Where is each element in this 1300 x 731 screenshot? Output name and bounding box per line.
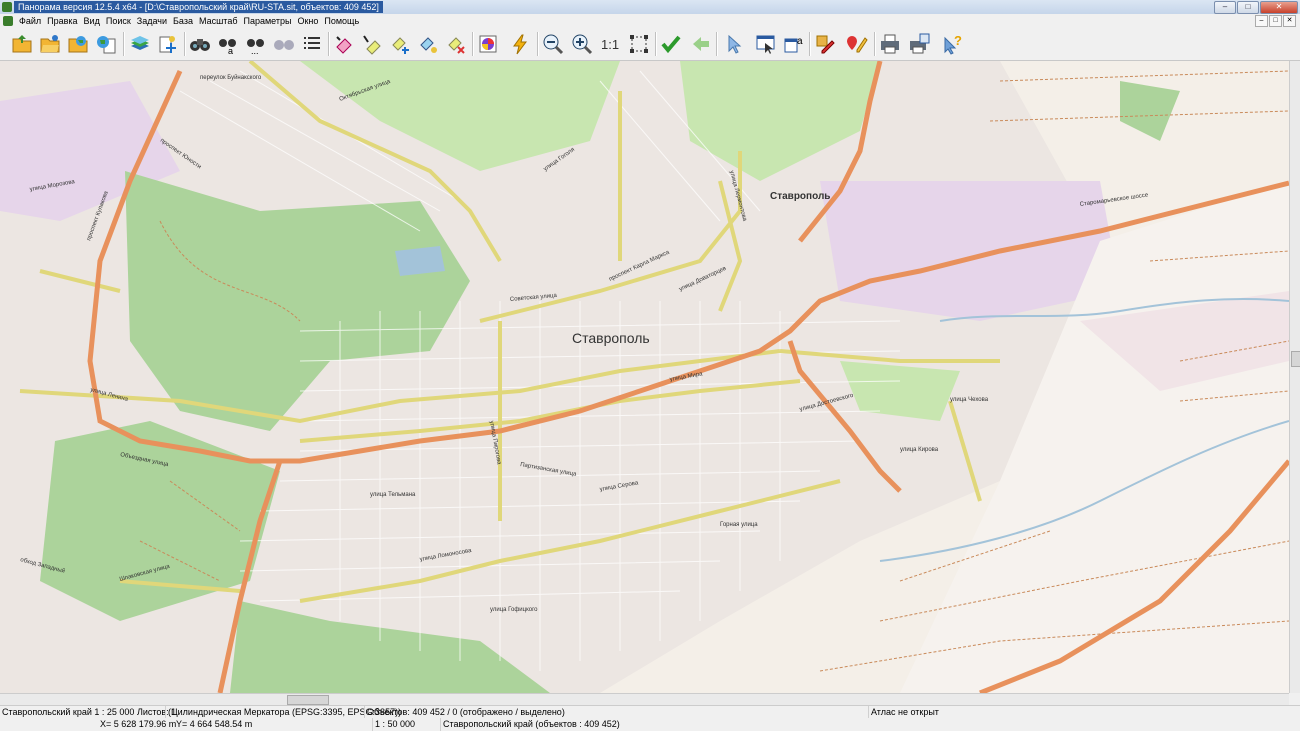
text-window-icon[interactable]: a — [782, 31, 806, 57]
list-icon[interactable] — [300, 31, 324, 57]
eraser-icon[interactable] — [332, 31, 356, 57]
globe-doc-icon[interactable] — [94, 31, 118, 57]
minimize-button[interactable]: – — [1214, 1, 1236, 14]
layers-icon[interactable] — [128, 31, 152, 57]
printer-preview-icon[interactable] — [907, 31, 931, 57]
document-controls: – □ ✕ — [1255, 15, 1296, 27]
doc-close-button[interactable]: ✕ — [1283, 15, 1296, 27]
zoom-in-icon[interactable] — [570, 31, 594, 57]
help-pointer-icon[interactable]: ? — [940, 31, 964, 57]
street-label: улица Тельмана — [370, 492, 416, 498]
vertical-scrollbar[interactable] — [1289, 61, 1300, 693]
color-box-icon[interactable] — [476, 31, 500, 57]
street-label: улица Гофицкого — [490, 607, 538, 613]
scale-one-to-one-button[interactable]: 1:1 — [601, 37, 619, 52]
eraser-dots-icon[interactable] — [416, 31, 440, 57]
pencil-icon[interactable] — [813, 31, 837, 57]
menu-database[interactable]: База — [171, 14, 197, 28]
doc-restore-button[interactable]: □ — [1269, 15, 1282, 27]
street-label: Горная улица — [720, 522, 758, 528]
binoculars-a-icon[interactable]: a — [216, 31, 240, 57]
eraser-add-icon[interactable] — [388, 31, 412, 57]
city-label: Ставрополь — [572, 330, 650, 346]
street-label: переулок Буйнакского — [200, 74, 262, 81]
svg-text:...: ... — [251, 46, 259, 55]
city-label-blue: Ставрополь — [770, 191, 830, 202]
map-pencil-icon[interactable] — [845, 31, 869, 57]
open-folder-icon[interactable] — [38, 31, 62, 57]
binoculars-icon[interactable] — [188, 31, 212, 57]
status-scale: 1 : 50 000 — [372, 718, 415, 731]
window-title: Панорама версия 12.5.4 x64 - [D:\Ставроп… — [14, 1, 383, 13]
doc-minimize-button[interactable]: – — [1255, 15, 1268, 27]
street-label: улица Кирова — [900, 447, 939, 453]
menu-view[interactable]: Вид — [82, 14, 104, 28]
title-bar: Панорама версия 12.5.4 x64 - [D:\Ставроп… — [0, 0, 1300, 15]
svg-text:a: a — [228, 46, 233, 55]
back-icon[interactable] — [689, 31, 713, 57]
menu-scale[interactable]: Масштаб — [197, 14, 242, 28]
map-folder-icon[interactable] — [66, 31, 90, 57]
vertical-scroll-thumb[interactable] — [1291, 351, 1300, 367]
lightning-icon[interactable] — [508, 31, 532, 57]
pointer-icon[interactable] — [722, 31, 746, 57]
app-icon — [2, 2, 12, 12]
check-icon[interactable] — [659, 31, 683, 57]
city-map: Октябрьская улица проспект Кулакова пере… — [0, 61, 1289, 693]
svg-text:a: a — [797, 36, 803, 47]
zoom-out-icon[interactable] — [541, 31, 565, 57]
close-button[interactable]: ✕ — [1260, 1, 1298, 14]
binoculars-dots-icon[interactable]: ... — [244, 31, 268, 57]
add-layer-icon[interactable] — [156, 31, 180, 57]
status-x-coordinate: X= 5 628 179.96 m — [100, 719, 177, 729]
document-icon[interactable] — [3, 16, 13, 26]
menu-search[interactable]: Поиск — [104, 14, 135, 28]
menu-window[interactable]: Окно — [295, 14, 322, 28]
horizontal-scroll-thumb[interactable] — [287, 695, 329, 705]
status-y-coordinate: Y= 4 664 548.54 m — [176, 719, 253, 729]
eraser-remove-icon[interactable] — [444, 31, 468, 57]
window-select-icon[interactable] — [754, 31, 778, 57]
eraser-select-icon[interactable] — [360, 31, 384, 57]
fit-window-icon[interactable] — [627, 31, 651, 57]
menu-help[interactable]: Помощь — [322, 14, 363, 28]
status-bar-coordinates: X= 5 628 179.96 m Y= 4 664 548.54 m 1 : … — [0, 718, 1300, 731]
menu-edit[interactable]: Правка — [45, 14, 81, 28]
horizontal-scrollbar[interactable] — [0, 693, 1289, 705]
window-controls: – □ ✕ — [1214, 1, 1298, 14]
menu-bar: Файл Правка Вид Поиск Задачи База Масшта… — [0, 14, 1300, 28]
street-label: улица Чехова — [950, 397, 989, 403]
main-toolbar: a ... 1:1 a ? — [0, 28, 1300, 61]
binoculars-disabled-icon[interactable] — [272, 31, 296, 57]
maximize-button[interactable]: □ — [1237, 1, 1259, 14]
status-bar: Ставропольский край 1 : 25 000 Листов: 1… — [0, 705, 1300, 719]
menu-file[interactable]: Файл — [17, 14, 45, 28]
map-canvas[interactable]: Октябрьская улица проспект Кулакова пере… — [0, 61, 1289, 693]
status-region-objects: Ставропольский край (объектов : 409 452) — [440, 718, 620, 731]
open-icon[interactable] — [10, 31, 34, 57]
menu-tasks[interactable]: Задачи — [135, 14, 171, 28]
printer-icon[interactable] — [878, 31, 902, 57]
menu-parameters[interactable]: Параметры — [241, 14, 295, 28]
svg-text:?: ? — [954, 33, 962, 48]
